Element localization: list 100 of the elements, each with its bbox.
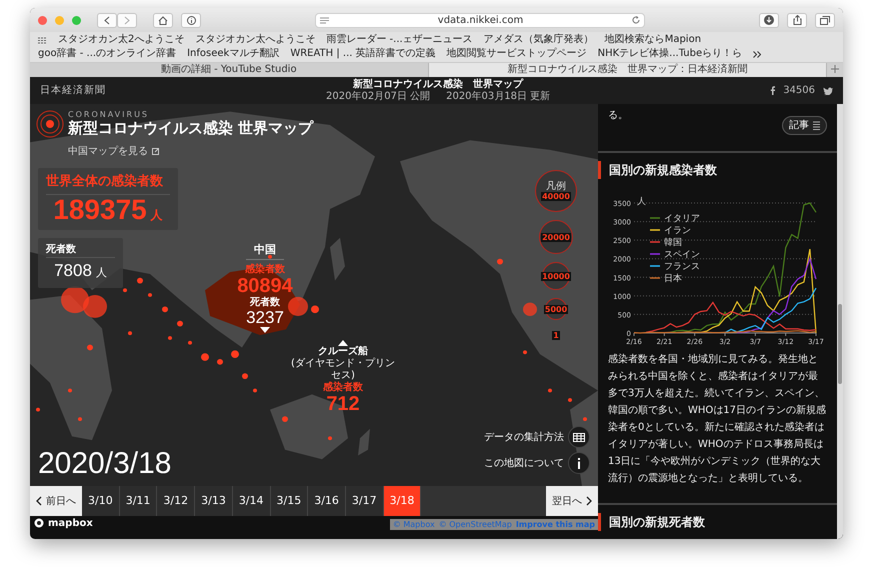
case-marker[interactable] xyxy=(328,436,332,440)
chevron-left-icon xyxy=(36,496,42,506)
bookmark-link[interactable]: 地図検索ならMapion xyxy=(604,33,702,47)
case-marker[interactable] xyxy=(242,373,248,380)
previous-day-button[interactable]: 前日へ xyxy=(30,486,82,516)
date-tab[interactable]: 3/18 xyxy=(384,486,422,516)
case-marker[interactable] xyxy=(583,417,587,422)
case-marker[interactable] xyxy=(231,350,239,358)
back-button[interactable] xyxy=(97,12,117,28)
stat-label: 世界全体の感染者数 xyxy=(46,172,170,194)
date-tab[interactable]: 3/17 xyxy=(346,486,384,516)
bird-icon[interactable] xyxy=(823,86,833,94)
cases-value: 80894 xyxy=(237,276,293,296)
cases-label: 感染者数 xyxy=(245,264,285,276)
case-marker[interactable] xyxy=(168,336,172,340)
cases-label: 感染者数 xyxy=(322,382,364,394)
legend-label: イラン xyxy=(664,226,691,236)
date-tab[interactable]: 3/12 xyxy=(157,486,196,516)
browser-tab[interactable]: 新型コロナウイルス感染 世界マップ：日本経済新聞 xyxy=(428,63,827,77)
tabs-button[interactable] xyxy=(815,12,835,28)
site-logo[interactable]: 日本経済新聞 xyxy=(40,83,106,98)
case-marker[interactable] xyxy=(523,350,527,354)
bookmark-link[interactable]: スタジオカン太へようこそ xyxy=(195,33,316,47)
case-marker[interactable] xyxy=(128,331,132,336)
more-chevron-icon[interactable] xyxy=(753,50,762,58)
legend-entry: イラン xyxy=(650,226,691,236)
grid-icon[interactable] xyxy=(38,36,47,44)
chevron-left-icon xyxy=(104,16,110,24)
case-marker[interactable] xyxy=(87,344,93,350)
stat-unit: 人 xyxy=(96,266,107,279)
date-tab[interactable]: 3/13 xyxy=(195,486,233,516)
reload-icon xyxy=(632,16,640,24)
control-label: データの集計方法 xyxy=(484,430,564,444)
article-paragraph: 感染者数を各国・地域別に見てみる。発生地とみられる中国を除くと、感染者はイタリアが最多で3万人を超えた。続いてイラン、スペイン、韓国の順で多い。WHOは17日のイランの新規感染者を0としている。新たに確認された感染者はイタリアが著しい。WHOのテドロス事務局長は13日に「今や欧州がパンデミック（世界的な大流行）の震源地となった」と表明している。 xyxy=(608,352,827,486)
article-button[interactable]: 記事 xyxy=(782,116,827,135)
case-marker[interactable] xyxy=(123,288,127,292)
bookmark-link[interactable]: Infoseekマルチ翻訳 xyxy=(187,47,280,61)
address-bar[interactable]: vdata.nikkei.com xyxy=(315,12,645,28)
country-name: 中国 xyxy=(246,242,284,260)
case-marker[interactable] xyxy=(548,388,552,392)
bookmark-link[interactable]: goo辞書 - ...のオンライン辞書 xyxy=(38,47,176,61)
case-marker[interactable] xyxy=(162,306,168,312)
case-marker[interactable] xyxy=(523,302,537,316)
bookmark-link[interactable]: NHKテレビ体操...Tubeらり！ら xyxy=(598,47,742,61)
reader-icon xyxy=(320,16,329,24)
table-button[interactable] xyxy=(568,426,590,448)
case-marker[interactable] xyxy=(188,340,192,345)
ship-name: クルーズ船 xyxy=(317,346,369,358)
case-marker[interactable] xyxy=(217,358,223,365)
case-marker[interactable] xyxy=(68,388,72,392)
legend-label: フランス xyxy=(664,262,700,272)
date-tab[interactable]: 3/16 xyxy=(308,486,346,516)
facebook-icon[interactable] xyxy=(770,86,776,95)
bookmark-link[interactable]: スタジオカン太2へようこそ xyxy=(58,33,184,47)
control-label: この地図について xyxy=(484,456,564,470)
map-title: 新型コロナウイルス感染 世界マップ xyxy=(68,119,314,137)
bookmark-link[interactable]: 地図閲覧サービストップページ xyxy=(446,47,587,61)
china-map-link[interactable]: 中国マップを見る xyxy=(68,144,159,159)
section-heading: 国別の新規感染者数 xyxy=(598,161,827,179)
chevron-right-icon xyxy=(124,16,130,24)
scrollbar[interactable] xyxy=(837,104,843,539)
home-button[interactable] xyxy=(153,12,173,28)
chevron-right-icon xyxy=(586,496,592,506)
case-marker[interactable] xyxy=(268,254,272,259)
stat-value: 189375 xyxy=(53,194,147,224)
case-marker[interactable] xyxy=(253,388,257,392)
date-tab[interactable]: 3/10 xyxy=(82,486,120,516)
table-icon xyxy=(573,432,585,442)
stat-label: 死者数 xyxy=(46,242,115,258)
info-button[interactable] xyxy=(568,452,590,474)
case-marker[interactable] xyxy=(568,398,572,402)
case-marker[interactable] xyxy=(201,353,209,361)
download-button[interactable] xyxy=(759,12,779,28)
bookmark-link[interactable]: WREATH | ... 英語辞書での定義 xyxy=(290,47,436,61)
case-marker[interactable] xyxy=(282,416,288,422)
date-tab[interactable]: 3/14 xyxy=(232,486,271,516)
share-button[interactable] xyxy=(787,12,807,28)
case-marker[interactable] xyxy=(83,295,107,318)
case-marker[interactable] xyxy=(288,296,308,316)
case-marker[interactable] xyxy=(311,306,319,314)
mapbox-logo-text: mapbox xyxy=(48,516,93,530)
date-tab[interactable]: 3/15 xyxy=(270,486,308,516)
legend-value: 40000 xyxy=(541,192,571,201)
legend-entry: 韓国 xyxy=(650,238,682,248)
next-day-button[interactable]: 翌日へ xyxy=(546,486,598,516)
case-marker[interactable] xyxy=(148,293,152,297)
date-tab[interactable]: 3/11 xyxy=(120,486,158,516)
bookmark-link[interactable]: アメダス（気象庁発表） xyxy=(484,33,594,47)
publish-date: 2020年02月07日 公開 xyxy=(326,91,430,102)
info-icon xyxy=(577,458,581,468)
case-marker[interactable] xyxy=(36,408,40,412)
external-link-icon xyxy=(152,148,159,155)
bookmark-link[interactable]: 雨雲レーダー -...ェザーニュース xyxy=(326,33,473,47)
case-marker[interactable] xyxy=(137,278,143,284)
case-marker[interactable] xyxy=(177,320,183,327)
caret-down-icon xyxy=(260,326,270,332)
legend-label: 韓国 xyxy=(664,237,682,248)
case-marker[interactable] xyxy=(497,258,503,264)
case-marker[interactable] xyxy=(78,417,82,422)
mapbox-logo-icon xyxy=(34,518,44,528)
